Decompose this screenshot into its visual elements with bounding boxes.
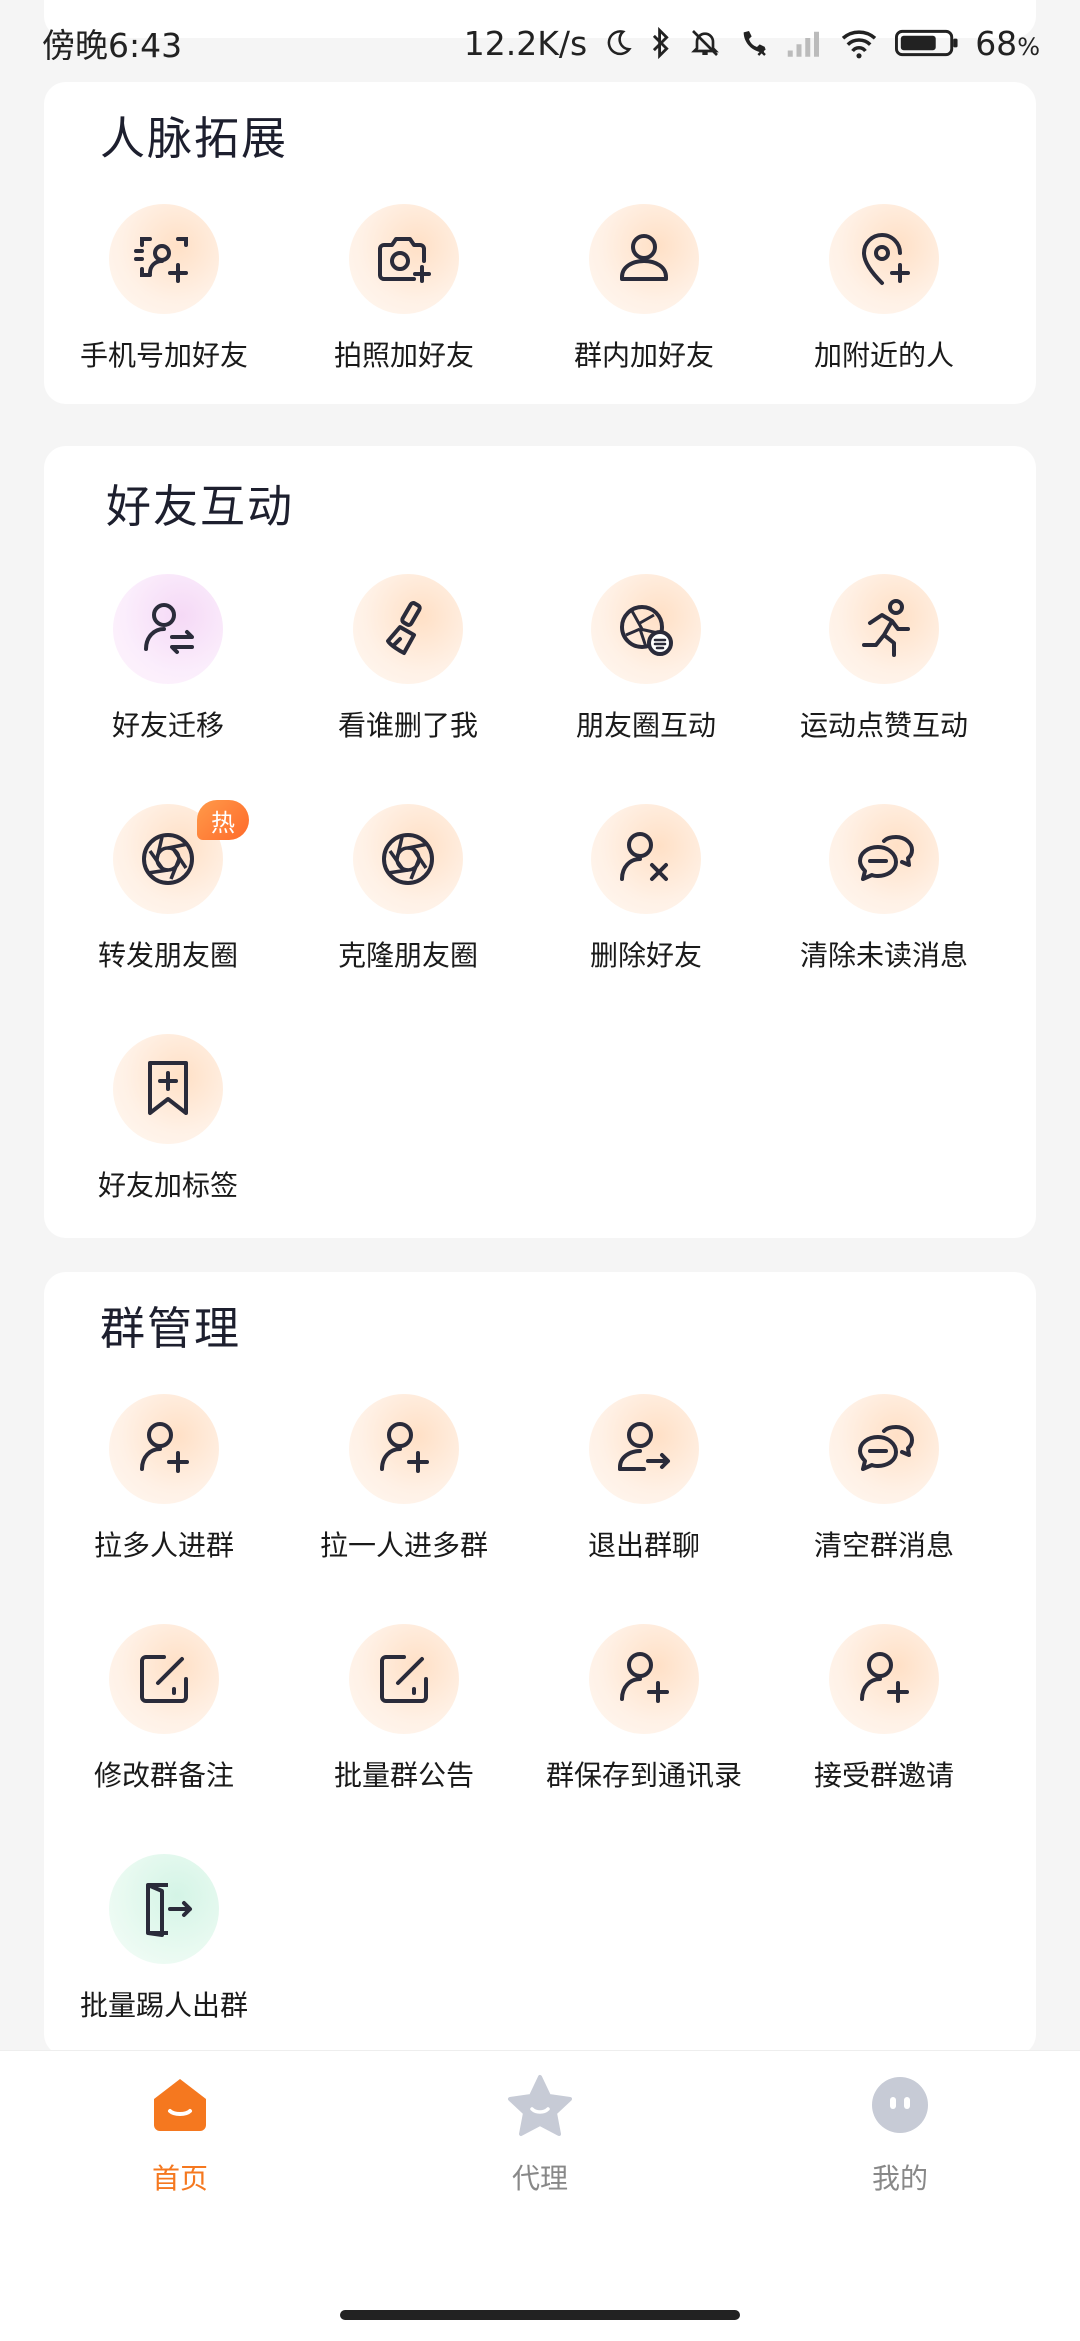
grid-item-clear-unread[interactable]: 清除未读消息 — [764, 804, 1004, 974]
grid-item-clear-group-messages[interactable]: 清空群消息 — [764, 1394, 1004, 1564]
grid-item-phone-add-friend[interactable]: 手机号加好友 — [44, 204, 284, 374]
item-label: 拉多人进群 — [93, 1529, 234, 1562]
nav-item-mine[interactable]: 我的 — [800, 2073, 1000, 2197]
card-groups: 群管理 拉多人进群 拉一人进多群 退出群聊 清空群消息 修改群备注 批量群公告 … — [44, 1272, 1036, 2056]
battery-percent: 68% — [975, 23, 1040, 63]
grid-item-pull-one-into-many[interactable]: 拉一人进多群 — [284, 1394, 524, 1564]
item-label: 拉一人进多群 — [319, 1529, 488, 1562]
user-remove-icon — [591, 804, 701, 914]
nav-item-home[interactable]: 首页 — [80, 2073, 280, 2197]
edit-icon — [349, 1624, 459, 1734]
user-exit-icon — [589, 1394, 699, 1504]
battery-icon — [895, 28, 959, 58]
status-bar: 傍晚6:43 12.2K/s 68% — [0, 0, 1080, 86]
phone-contact-add-icon — [109, 204, 219, 314]
chat-bubbles-icon — [829, 804, 939, 914]
net-speed: 12.2K/s — [463, 23, 588, 63]
grid-item-friend-tag[interactable]: 好友加标签 — [48, 1034, 288, 1204]
section-title: 好友互动 — [106, 480, 295, 533]
item-label: 拍照加好友 — [333, 339, 474, 372]
grid-item-moments-interact[interactable]: 朋友圈互动 — [526, 574, 766, 744]
item-label: 退出群聊 — [587, 1529, 700, 1562]
item-label: 群内加好友 — [573, 339, 714, 372]
nav-label: 首页 — [151, 2162, 208, 2195]
user-add-icon — [109, 1394, 219, 1504]
wifi-icon — [839, 27, 879, 59]
grid-item-forward-moments[interactable]: 热 转发朋友圈 — [48, 800, 288, 974]
camera-add-icon — [349, 204, 459, 314]
item-label: 加附近的人 — [813, 339, 954, 372]
aperture-icon — [353, 804, 463, 914]
home-icon — [148, 2073, 212, 2141]
bookmark-add-icon — [113, 1034, 223, 1144]
grid-item-edit-group-remark[interactable]: 修改群备注 — [44, 1624, 284, 1794]
section-title: 人脉拓展 — [100, 112, 289, 165]
item-label: 修改群备注 — [93, 1759, 234, 1792]
profile-face-icon — [868, 2073, 932, 2141]
bottom-nav: 首页 代理 我的 — [0, 2050, 1080, 2341]
card-network: 人脉拓展 手机号加好友 拍照加好友 群内加好友 加附近的人 — [44, 82, 1036, 404]
running-icon — [829, 574, 939, 684]
item-label: 好友加标签 — [97, 1169, 238, 1202]
grid-item-group-add-friend[interactable]: 群内加好友 — [524, 204, 764, 374]
item-label: 清空群消息 — [813, 1529, 954, 1562]
bell-muted-icon — [689, 27, 721, 59]
grid-item-sport-like[interactable]: 运动点赞互动 — [764, 574, 1004, 744]
nav-label: 代理 — [511, 2162, 568, 2195]
section-title: 群管理 — [100, 1302, 242, 1355]
grid-item-delete-friend[interactable]: 删除好友 — [526, 804, 766, 974]
item-label: 运动点赞互动 — [799, 709, 968, 742]
location-add-icon — [829, 204, 939, 314]
item-label: 批量踢人出群 — [79, 1989, 248, 2022]
grid-item-who-deleted-me[interactable]: 看谁删了我 — [288, 574, 528, 744]
item-label: 手机号加好友 — [79, 339, 248, 372]
grid-item-exit-group[interactable]: 退出群聊 — [524, 1394, 764, 1564]
user-add-icon — [589, 1624, 699, 1734]
user-add-icon — [829, 1624, 939, 1734]
item-label: 删除好友 — [589, 939, 702, 972]
grid-item-photo-add-friend[interactable]: 拍照加好友 — [284, 204, 524, 374]
nav-item-agent[interactable]: 代理 — [440, 2073, 640, 2197]
item-label: 好友迁移 — [111, 709, 224, 742]
user-add-icon — [349, 1394, 459, 1504]
chat-bubbles-icon — [829, 1394, 939, 1504]
grid-item-batch-kick[interactable]: 批量踢人出群 — [44, 1854, 284, 2024]
star-icon — [504, 2073, 576, 2141]
moon-icon — [603, 28, 633, 58]
card-friends: 好友互动 好友迁移 看谁删了我 朋友圈互动 运动点赞互动 热 转发朋友圈 克隆朋… — [44, 446, 1036, 1238]
item-label: 看谁删了我 — [337, 709, 478, 742]
brush-icon — [353, 574, 463, 684]
item-label: 朋友圈互动 — [575, 709, 716, 742]
grid-item-save-group-to-contacts[interactable]: 群保存到通讯录 — [524, 1624, 764, 1794]
user-transfer-icon — [113, 574, 223, 684]
grid-item-nearby-people[interactable]: 加附近的人 — [764, 204, 1004, 374]
user-icon — [589, 204, 699, 314]
status-time: 傍晚6:43 — [42, 26, 183, 65]
item-label: 克隆朋友圈 — [337, 939, 478, 972]
item-label: 转发朋友圈 — [97, 939, 238, 972]
door-exit-icon — [109, 1854, 219, 1964]
item-label: 群保存到通讯录 — [545, 1759, 742, 1792]
edit-icon — [109, 1624, 219, 1734]
grid-item-pull-many-into-group[interactable]: 拉多人进群 — [44, 1394, 284, 1564]
bluetooth-icon — [649, 26, 673, 60]
item-label: 接受群邀请 — [813, 1759, 954, 1792]
hot-badge: 热 — [197, 800, 249, 840]
signal-icon — [785, 28, 823, 58]
item-label: 清除未读消息 — [799, 939, 968, 972]
grid-item-clone-moments[interactable]: 克隆朋友圈 — [288, 804, 528, 974]
grid-item-accept-group-invite[interactable]: 接受群邀请 — [764, 1624, 1004, 1794]
aperture-icon: 热 — [113, 800, 249, 914]
nav-label: 我的 — [871, 2162, 928, 2195]
home-indicator[interactable] — [340, 2310, 740, 2320]
grid-item-batch-announcement[interactable]: 批量群公告 — [284, 1624, 524, 1794]
item-label: 批量群公告 — [333, 1759, 474, 1792]
call-icon — [737, 27, 769, 59]
moments-interact-icon — [591, 574, 701, 684]
grid-item-friend-migration[interactable]: 好友迁移 — [48, 574, 288, 744]
